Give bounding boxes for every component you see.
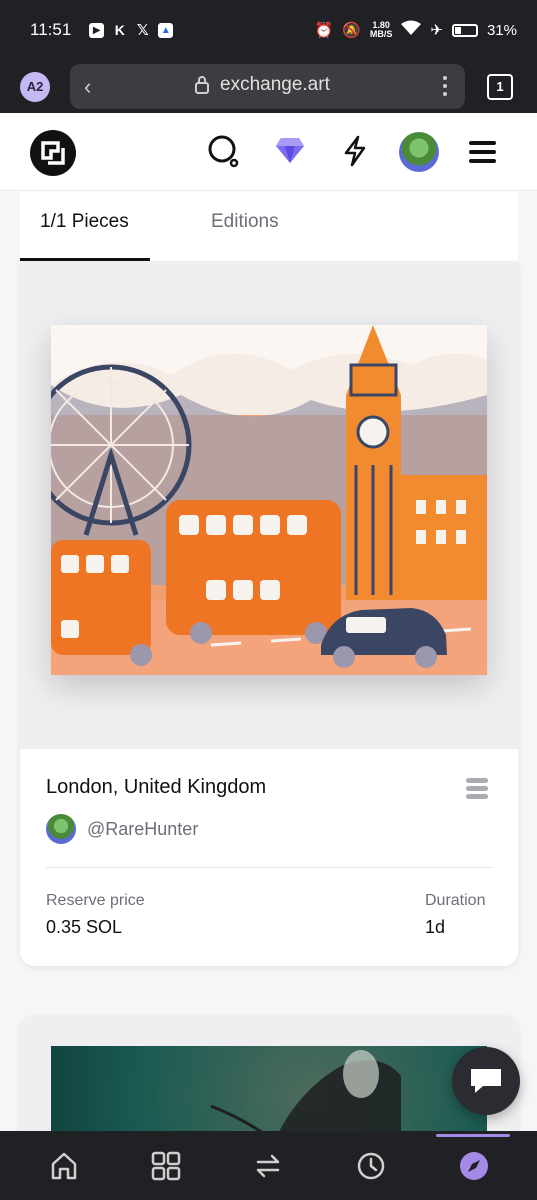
status-bar: 11:51 ▶ K 𝕏 ▲ ⏰ 🔕 1.80 MB/S ✈ 31% — [0, 0, 537, 60]
mute-icon: 🔕 — [342, 22, 361, 39]
lock-icon — [195, 76, 209, 94]
x-icon: 𝕏 — [136, 22, 149, 39]
reserve-price-value: 0.35 SOL — [46, 917, 123, 937]
browser-bottom-nav — [0, 1131, 537, 1200]
history-icon[interactable] — [356, 1151, 386, 1181]
wifi-icon — [401, 20, 422, 40]
creator-info[interactable]: @RareHunter — [46, 814, 198, 844]
menu-icon[interactable] — [469, 141, 496, 168]
notification-icons: ▶ K 𝕏 ▲ — [89, 22, 174, 39]
duration-value: 1d — [425, 917, 446, 937]
artwork-frame — [20, 261, 518, 749]
swap-icon[interactable] — [254, 1151, 282, 1181]
grid-icon[interactable] — [151, 1151, 181, 1181]
home-icon[interactable] — [50, 1151, 78, 1181]
battery-percent: 31% — [486, 21, 517, 39]
tab-editions[interactable]: Editions — [211, 211, 279, 233]
back-icon[interactable]: ‹ — [84, 74, 91, 100]
diamond-icon[interactable] — [275, 135, 305, 165]
kucoin-icon: K — [114, 22, 125, 38]
youtube-icon: ▶ — [89, 22, 105, 38]
user-avatar[interactable] — [399, 132, 439, 172]
listing-title[interactable]: London, United Kingdom — [46, 776, 266, 799]
reserve-price-label: Reserve price — [46, 892, 145, 909]
artwork-image[interactable] — [51, 325, 487, 675]
battery-icon — [451, 23, 478, 37]
browser-toolbar: A2 ‹ exchange.art 1 — [0, 60, 537, 113]
card-divider — [46, 867, 492, 868]
airplane-icon: ✈ — [430, 22, 443, 39]
lightning-icon[interactable] — [343, 135, 367, 167]
browser-menu-icon[interactable] — [443, 76, 447, 96]
net-speed: 1.80 MB/S — [370, 21, 393, 39]
chat-button[interactable] — [452, 1047, 520, 1115]
address-bar[interactable]: ‹ exchange.art — [70, 64, 465, 109]
net-speed-unit: MB/S — [369, 29, 393, 39]
alarm-icon: ⏰ — [314, 22, 334, 39]
url-text: exchange.art — [220, 74, 330, 95]
edition-stack-icon — [466, 778, 488, 802]
site-header — [0, 113, 537, 191]
listing-card[interactable]: London, United Kingdom @RareHunter Reser… — [20, 261, 518, 966]
listing-tabs: 1/1 Pieces Editions — [20, 191, 518, 261]
tab-switcher-button[interactable]: 1 — [487, 73, 513, 100]
search-icon[interactable] — [208, 135, 240, 169]
app-notification-icon: ▲ — [158, 22, 174, 38]
chat-icon — [471, 1069, 501, 1093]
status-time: 11:51 — [30, 20, 72, 39]
active-nav-indicator — [436, 1134, 510, 1137]
duration-label: Duration — [425, 892, 486, 909]
compass-icon[interactable] — [459, 1151, 489, 1181]
tab-pieces[interactable]: 1/1 Pieces — [40, 211, 129, 233]
profile-avatar[interactable]: A2 — [20, 71, 50, 102]
creator-avatar[interactable] — [46, 814, 76, 844]
creator-name[interactable]: @RareHunter — [87, 819, 198, 840]
exchange-art-logo[interactable] — [30, 130, 76, 176]
